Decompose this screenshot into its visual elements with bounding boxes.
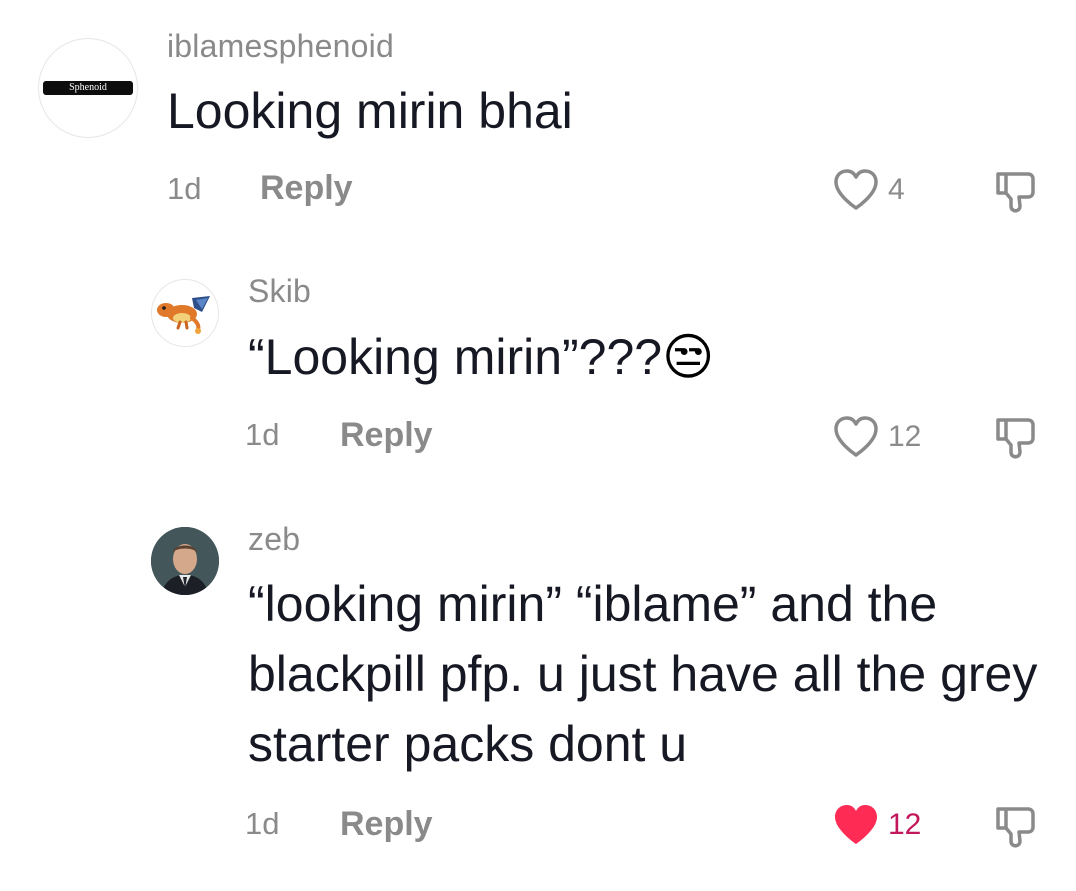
avatar-logo-text: Sphenoid xyxy=(69,82,107,93)
dislike-icon xyxy=(990,166,1040,216)
timestamp: 1d xyxy=(245,417,280,452)
like-count: 4 xyxy=(888,173,905,206)
avatar-dragon-image xyxy=(157,296,210,334)
avatar[interactable] xyxy=(151,527,219,595)
reply-button[interactable]: Reply xyxy=(340,416,433,455)
comment-text-row: “Looking mirin”???😒 xyxy=(248,322,714,392)
reply-button[interactable]: Reply xyxy=(260,169,353,208)
heart-outline-icon xyxy=(832,415,880,459)
username[interactable]: Skib xyxy=(248,273,311,310)
username[interactable]: iblamesphenoid xyxy=(167,28,394,65)
timestamp: 1d xyxy=(245,806,280,841)
dislike-button[interactable] xyxy=(990,412,1040,462)
avatar-photo xyxy=(151,527,219,595)
dislike-icon xyxy=(990,412,1040,462)
like-button[interactable]: 12 xyxy=(832,415,921,459)
comment-text: “Looking mirin”??? xyxy=(248,329,663,385)
comment-text: “looking mirin” “iblame” and the blackpi… xyxy=(248,576,1052,772)
username[interactable]: zeb xyxy=(248,521,300,558)
heart-outline-icon xyxy=(832,168,880,212)
unamused-face-emoji: 😒 xyxy=(662,329,715,385)
like-button[interactable]: 12 xyxy=(832,803,921,847)
like-count: 12 xyxy=(888,420,922,453)
avatar-logo-bar: Sphenoid xyxy=(43,81,133,95)
reply-button[interactable]: Reply xyxy=(340,805,433,844)
avatar[interactable]: Sphenoid xyxy=(38,38,138,138)
avatar[interactable] xyxy=(151,279,219,347)
dislike-icon xyxy=(990,801,1040,851)
dislike-button[interactable] xyxy=(990,166,1040,216)
timestamp: 1d xyxy=(167,171,202,206)
heart-filled-icon xyxy=(832,803,880,847)
dislike-button[interactable] xyxy=(990,801,1040,851)
like-count: 12 xyxy=(888,808,922,841)
like-button[interactable]: 4 xyxy=(832,168,905,212)
comment-text: Looking mirin bhai xyxy=(167,83,573,139)
